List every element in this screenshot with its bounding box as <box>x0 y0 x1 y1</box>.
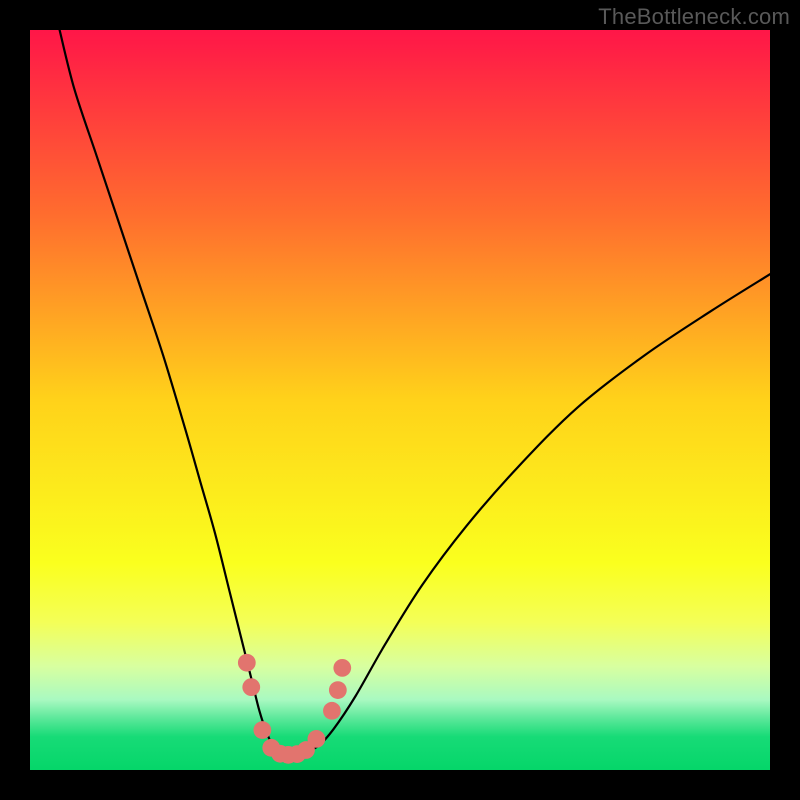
highlight-dot <box>308 730 326 748</box>
watermark-text: TheBottleneck.com <box>598 4 790 30</box>
highlight-dot <box>333 659 351 677</box>
chart-svg <box>30 30 770 770</box>
highlight-dot <box>242 678 260 696</box>
plot-area <box>30 30 770 770</box>
highlight-dot <box>323 702 341 720</box>
highlight-dot <box>253 721 271 739</box>
gradient-background <box>30 30 770 770</box>
chart-frame: TheBottleneck.com <box>0 0 800 800</box>
highlight-dot <box>329 681 347 699</box>
highlight-dot <box>238 654 256 672</box>
